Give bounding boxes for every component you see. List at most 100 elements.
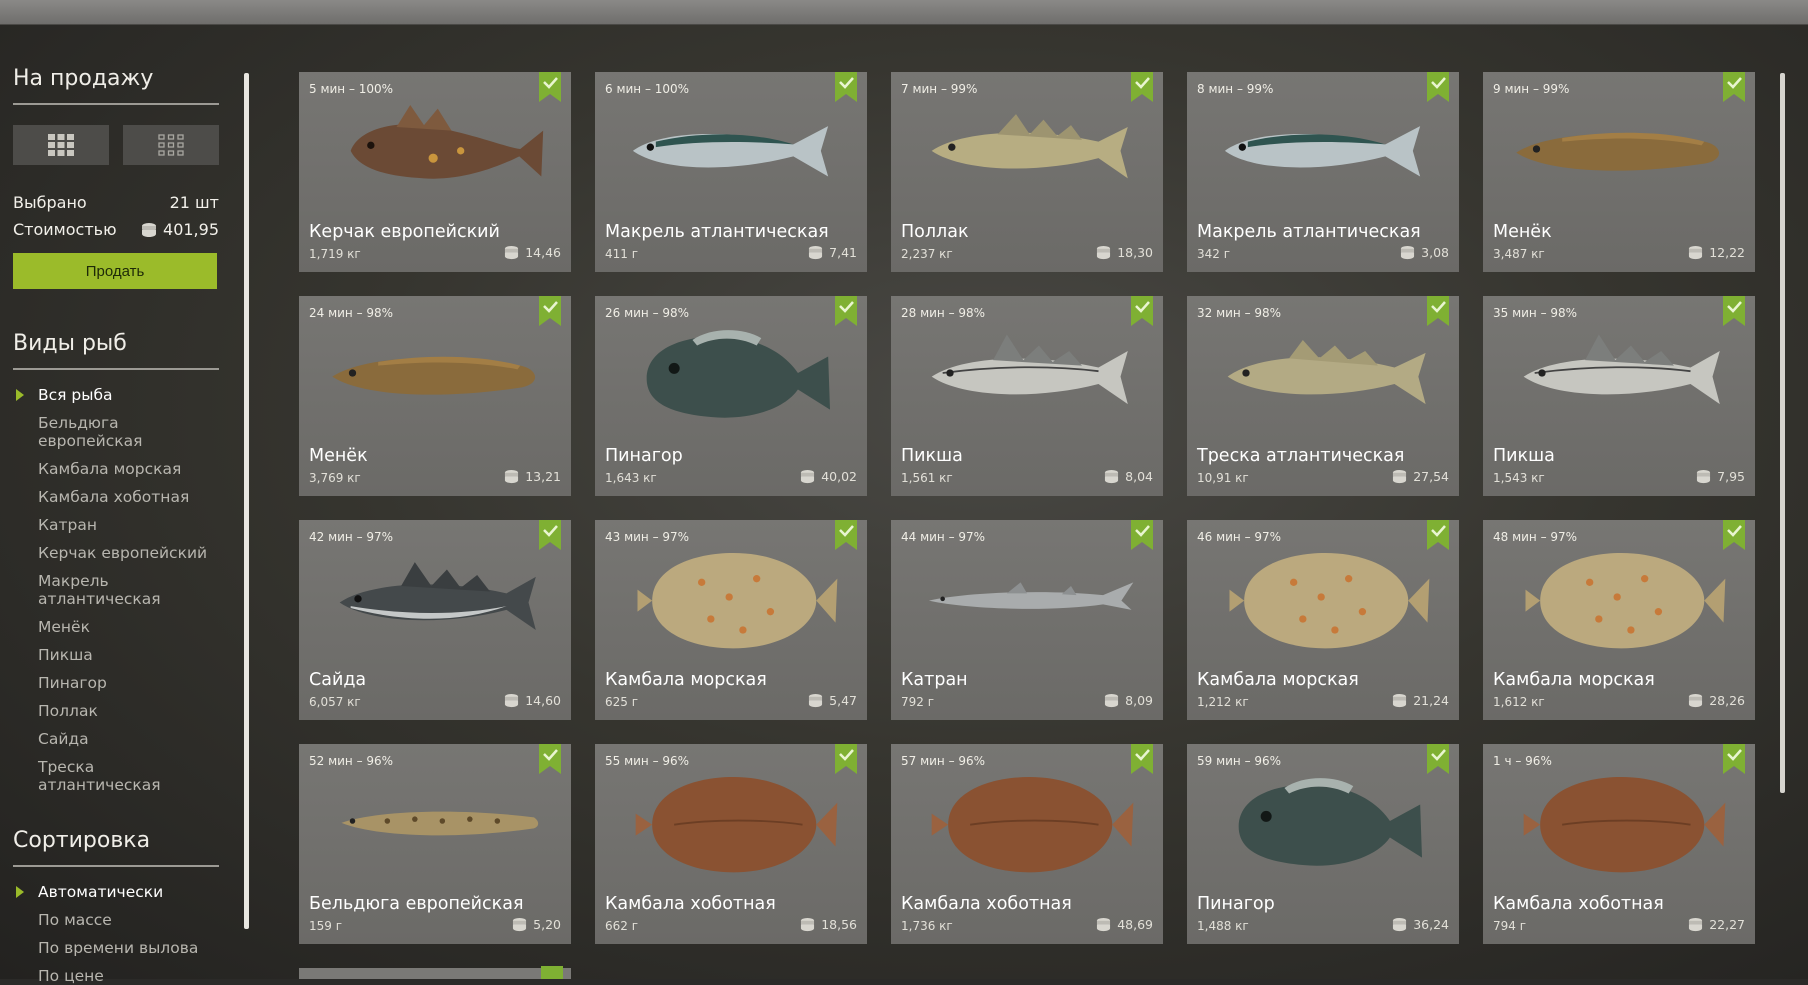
view-toggle bbox=[13, 125, 219, 165]
fish-name: Пинагор bbox=[1197, 894, 1275, 914]
sell-button[interactable]: Продать bbox=[13, 253, 217, 289]
species-item[interactable]: Менёк bbox=[13, 618, 219, 636]
fish-price: 21,24 bbox=[1392, 693, 1449, 708]
lumpfish-fish-icon bbox=[646, 330, 830, 418]
fish-card[interactable]: 43 мин – 97% Камбала морская 625 г 5,47 bbox=[595, 520, 867, 720]
fish-price: 13,21 bbox=[504, 469, 561, 484]
sidebar-scrollbar[interactable] bbox=[244, 73, 249, 929]
coin-icon bbox=[513, 917, 527, 932]
fish-price-value: 12,22 bbox=[1709, 245, 1745, 260]
species-item[interactable]: Пинагор bbox=[13, 674, 219, 692]
fish-weight: 3,769 кг bbox=[309, 471, 361, 485]
sale-title: На продажу bbox=[13, 66, 219, 105]
fish-card[interactable]: 59 мин – 96% Пинагор 1,488 кг 36,24 bbox=[1187, 744, 1459, 944]
coin-icon bbox=[1401, 245, 1415, 260]
fish-card[interactable]: 44 мин – 97% Катран 792 г 8,09 bbox=[891, 520, 1163, 720]
species-item[interactable]: Сайда bbox=[13, 730, 219, 748]
sort-item[interactable]: Автоматически bbox=[13, 883, 219, 901]
coin-icon bbox=[142, 222, 157, 237]
fish-name: Поллак bbox=[901, 222, 969, 242]
fish-price-value: 8,04 bbox=[1125, 469, 1153, 484]
fish-card[interactable]: 9 мин – 99% Менёк 3,487 кг 12,22 bbox=[1483, 72, 1755, 272]
fish-price: 8,09 bbox=[1104, 693, 1153, 708]
species-item[interactable]: Бельдюга европейская bbox=[13, 414, 219, 450]
fish-card[interactable]: 7 мин – 99% Поллак 2,237 кг 18,30 bbox=[891, 72, 1163, 272]
species-item[interactable]: Поллак bbox=[13, 702, 219, 720]
fish-card[interactable]: 8 мин – 99% Макрель атлантическая 342 г 3,… bbox=[1187, 72, 1459, 272]
sort-item-label: По цене bbox=[38, 967, 104, 985]
sort-item[interactable]: По времени вылова bbox=[13, 939, 219, 957]
fish-weight: 662 г bbox=[605, 919, 639, 933]
fish-card[interactable]: 42 мин – 97% Сайда 6,057 кг 14,60 bbox=[299, 520, 571, 720]
fish-name: Пинагор bbox=[605, 446, 683, 466]
fish-card[interactable]: 32 мин – 98% Треска атлантическая 10,91 к… bbox=[1187, 296, 1459, 496]
fish-price-value: 8,09 bbox=[1125, 693, 1153, 708]
grid-large-view-button[interactable] bbox=[13, 125, 109, 165]
species-list: Вся рыба Бельдюга европейская Камбала морс… bbox=[13, 386, 219, 794]
partial-card[interactable] bbox=[299, 968, 571, 979]
dab-fish-icon bbox=[1523, 777, 1726, 873]
fish-card[interactable]: 28 мин – 98% Пикша 1,561 кг 8,04 bbox=[891, 296, 1163, 496]
fish-price: 48,69 bbox=[1096, 917, 1153, 932]
fish-name: Менёк bbox=[309, 446, 368, 466]
fish-price: 3,08 bbox=[1400, 245, 1449, 260]
species-item[interactable]: Катран bbox=[13, 516, 219, 534]
fish-price: 5,47 bbox=[808, 693, 857, 708]
species-item[interactable]: Керчак европейский bbox=[13, 544, 219, 562]
fish-card[interactable]: 52 мин – 96% Бельдюга европейская 159 г 5,… bbox=[299, 744, 571, 944]
species-item-label: Пикша bbox=[38, 646, 93, 664]
fish-card[interactable]: 1 ч – 96% Камбала хоботная 794 г 22,27 bbox=[1483, 744, 1755, 944]
species-item[interactable]: Камбала хоботная bbox=[13, 488, 219, 506]
grid-scrollbar[interactable] bbox=[1780, 73, 1785, 793]
dab-fish-icon bbox=[931, 777, 1134, 873]
fish-price: 14,60 bbox=[504, 693, 561, 708]
fish-card[interactable]: 24 мин – 98% Менёк 3,769 кг 13,21 bbox=[299, 296, 571, 496]
haddock-fish-icon bbox=[931, 334, 1128, 405]
coin-icon bbox=[809, 693, 823, 708]
fish-card[interactable]: 55 мин – 96% Камбала хоботная 662 г 18,56 bbox=[595, 744, 867, 944]
fish-card[interactable]: 46 мин – 97% Камбала морская 1,212 кг 21,2… bbox=[1187, 520, 1459, 720]
species-item-label: Керчак европейский bbox=[38, 544, 208, 562]
fish-price-value: 21,24 bbox=[1413, 693, 1449, 708]
fish-price: 12,22 bbox=[1688, 245, 1745, 260]
fish-card[interactable]: 48 мин – 97% Камбала морская 1,612 кг 28,2… bbox=[1483, 520, 1755, 720]
fish-card[interactable]: 35 мин – 98% Пикша 1,543 кг 7,95 bbox=[1483, 296, 1755, 496]
species-item-label: Поллак bbox=[38, 702, 98, 720]
fish-weight: 6,057 кг bbox=[309, 695, 361, 709]
fish-card[interactable]: 6 мин – 100% Макрель атлантическая 411 г7… bbox=[595, 72, 867, 272]
species-item[interactable]: Пикша bbox=[13, 646, 219, 664]
fish-name: Менёк bbox=[1493, 222, 1552, 242]
sort-item[interactable]: По массе bbox=[13, 911, 219, 929]
species-item-label: Макрель атлантическая bbox=[38, 572, 161, 608]
species-item[interactable]: Камбала морская bbox=[13, 460, 219, 478]
fish-price-value: 14,46 bbox=[525, 245, 561, 260]
selected-label: Выбрано bbox=[13, 193, 87, 212]
fish-weight: 342 г bbox=[1197, 247, 1231, 261]
species-item[interactable]: Макрель атлантическая bbox=[13, 572, 219, 608]
sort-item-label: Автоматически bbox=[38, 883, 164, 901]
fish-card[interactable]: 26 мин – 98% Пинагор 1,643 кг 40,02 bbox=[595, 296, 867, 496]
fish-price: 18,56 bbox=[800, 917, 857, 932]
lumpfish-fish-icon bbox=[1238, 778, 1422, 866]
coin-icon bbox=[1097, 917, 1111, 932]
plaice-fish-icon bbox=[1525, 553, 1726, 649]
species-title: Виды рыб bbox=[13, 331, 219, 370]
sort-item-label: По времени вылова bbox=[38, 939, 199, 957]
mackerel-fish-icon bbox=[1224, 126, 1421, 177]
fish-price-value: 5,47 bbox=[829, 693, 857, 708]
fish-card[interactable]: 57 мин – 96% Камбала хоботная 1,736 кг 48,… bbox=[891, 744, 1163, 944]
fish-price-value: 7,95 bbox=[1717, 469, 1745, 484]
grid-small-view-button[interactable] bbox=[123, 125, 219, 165]
fish-card[interactable]: 5 мин – 100% Керчак европейский 1,719 кг 1… bbox=[299, 72, 571, 272]
sort-item[interactable]: По цене bbox=[13, 967, 219, 985]
dogfish-fish-icon bbox=[928, 582, 1134, 610]
fish-price: 14,46 bbox=[504, 245, 561, 260]
species-item[interactable]: Вся рыба bbox=[13, 386, 219, 404]
fish-price-value: 22,27 bbox=[1709, 917, 1745, 932]
cost-value-wrap: 401,95 bbox=[141, 220, 219, 239]
fish-price-value: 14,60 bbox=[525, 693, 561, 708]
fish-price: 8,04 bbox=[1104, 469, 1153, 484]
species-item[interactable]: Треска атлантическая bbox=[13, 758, 219, 794]
species-item-label: Менёк bbox=[38, 618, 90, 636]
fish-price-value: 18,30 bbox=[1117, 245, 1153, 260]
